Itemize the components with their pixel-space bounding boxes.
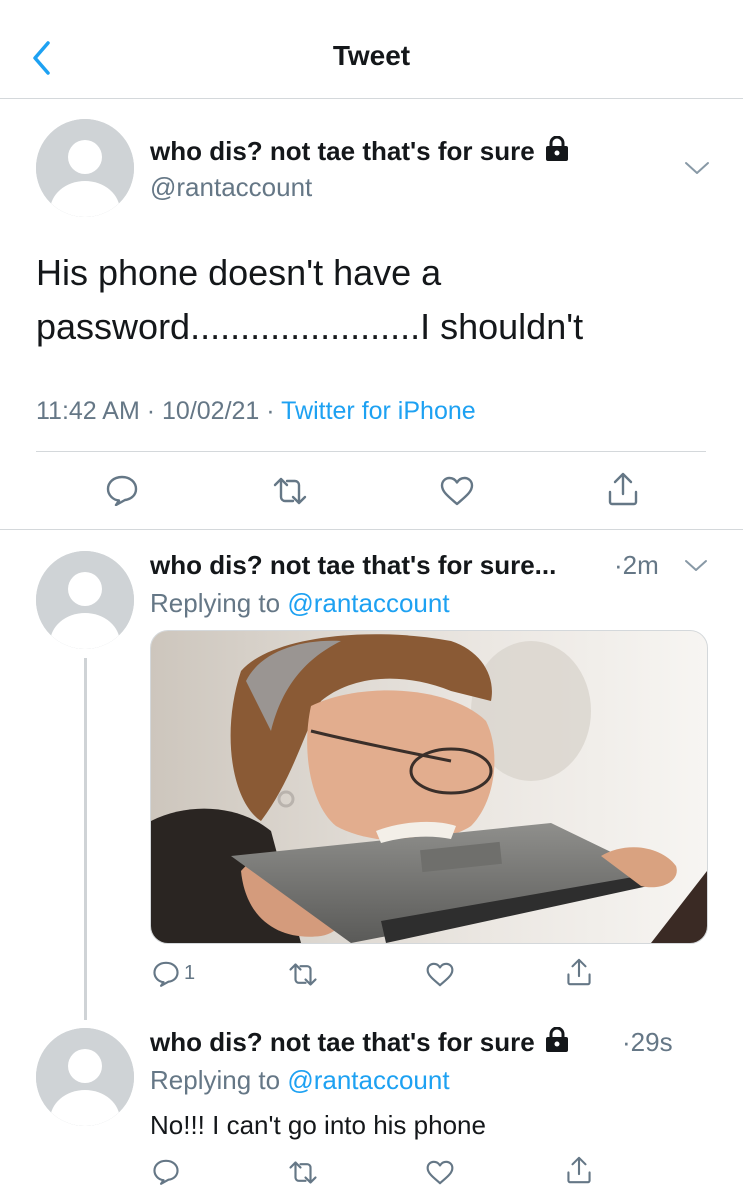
reply-time-text: 2m [622,550,659,580]
tweet-text-line: password.......................I shouldn… [36,306,584,347]
tweet-text: His phone doesn't have a password.......… [36,246,583,354]
reply-icon [106,475,138,506]
reply-author-name-text: who dis? not tae that's for sure [150,1027,535,1057]
replying-to: Replying to @rantaccount [150,1065,450,1096]
like-icon [426,1160,454,1185]
thread-line [84,658,87,1020]
retweet-icon [289,963,317,986]
like-icon [426,962,454,987]
lock-icon [545,135,569,169]
retweet-button[interactable] [288,962,318,987]
like-icon [440,476,474,506]
share-icon [567,1156,591,1184]
author-handle[interactable]: @rantaccount [150,172,312,203]
share-button[interactable] [566,958,592,986]
separator-dot: · [146,397,156,425]
avatar[interactable] [36,1028,134,1126]
reply-time: ·2m [614,550,659,581]
chevron-down-icon [685,560,707,571]
share-button[interactable] [566,1156,592,1184]
reply-button[interactable]: 1 [152,960,195,987]
separator-dot: · [266,397,275,425]
tweet-date: 10/02/21 [162,397,260,425]
avatar[interactable] [36,551,134,649]
author-name-text: who dis? not tae that's for sure [150,136,535,166]
reply-icon [153,961,179,987]
replying-to: Replying to @rantaccount [150,588,450,619]
retweet-button[interactable] [288,1160,318,1185]
replying-to-label: Replying to [150,588,281,618]
author-name[interactable]: who dis? not tae that's for sure [150,135,569,169]
replying-to-label: Replying to [150,1065,281,1095]
tweet-options-button[interactable] [684,559,708,578]
lock-icon [545,1026,569,1060]
divider [36,451,706,452]
reply-author-name[interactable]: who dis? not tae that's for sure... [150,550,556,581]
reply-text: No!!! I can't go into his phone [150,1110,486,1140]
tweet-options-button[interactable] [684,160,710,181]
tweet-text-line: His phone doesn't have a [36,252,442,293]
reply-button[interactable] [152,1158,180,1185]
divider [0,529,743,530]
replying-to-handle[interactable]: @rantaccount [287,588,449,618]
retweet-icon [289,1161,317,1184]
separator-dot: · [614,550,623,580]
reply-count: 1 [184,962,196,984]
like-button[interactable] [440,476,474,506]
reply-time-text: 29s [630,1027,673,1057]
chevron-down-icon [685,162,709,174]
avatar[interactable] [36,119,134,217]
share-icon [608,472,638,506]
media-illustration [151,631,707,943]
tweet-time: 11:42 AM [36,397,140,425]
reply-icon [153,1159,179,1185]
share-icon [567,958,591,986]
tweet-metadata: 11:42 AM · 10/02/21 · Twitter for iPhone [36,397,476,426]
like-button[interactable] [426,1160,454,1185]
replying-to-handle[interactable]: @rantaccount [287,1065,449,1095]
retweet-icon [273,477,307,505]
separator-dot: · [622,1027,631,1057]
reply-button[interactable] [105,474,139,506]
share-button[interactable] [607,472,639,506]
like-button[interactable] [426,962,454,987]
tweet-source-link[interactable]: Twitter for iPhone [281,397,476,425]
page-title: Tweet [332,40,411,71]
tweet-media-image[interactable] [150,630,708,944]
reply-time: ·29s [622,1027,673,1058]
reply-author-name[interactable]: who dis? not tae that's for sure [150,1026,569,1060]
retweet-button[interactable] [272,476,308,506]
